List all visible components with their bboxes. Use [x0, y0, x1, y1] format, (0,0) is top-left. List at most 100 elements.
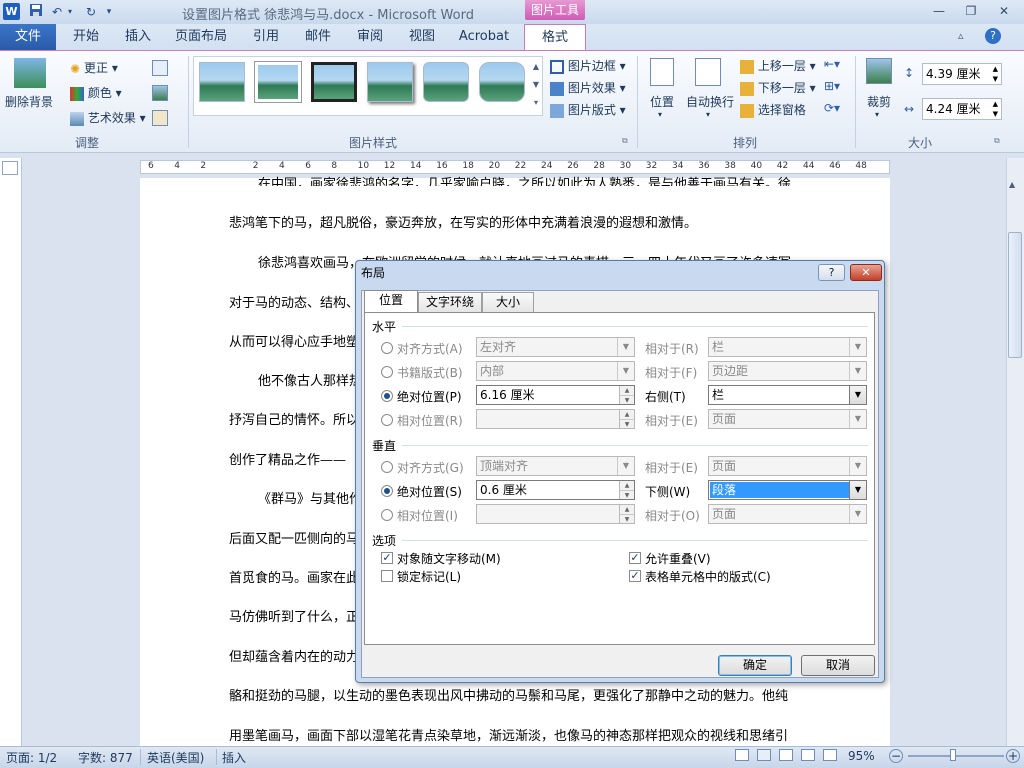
- tab-file[interactable]: 文件: [0, 24, 56, 50]
- checkbox-allow-overlap[interactable]: ✓: [629, 552, 641, 564]
- print-layout-icon[interactable]: [735, 749, 749, 761]
- picture-style-thumbnail[interactable]: [367, 62, 413, 102]
- h-absolute-relative-select[interactable]: 栏 ▼: [708, 385, 867, 405]
- minimize-icon[interactable]: —: [925, 2, 953, 20]
- zoom-level[interactable]: 95%: [848, 749, 875, 763]
- spinner[interactable]: ▲ ▼: [619, 410, 634, 428]
- tab-selector[interactable]: [2, 161, 18, 175]
- tab-size[interactable]: 大小: [482, 292, 534, 313]
- radio-v-relative[interactable]: [381, 509, 393, 521]
- tab-home[interactable]: 开始: [66, 24, 106, 50]
- width-input[interactable]: 4.24 厘米 ▲ ▼: [922, 98, 1002, 120]
- scroll-up-icon[interactable]: ▲: [1009, 180, 1015, 189]
- reset-picture-icon[interactable]: [152, 110, 168, 126]
- v-alignment-relative-select[interactable]: 页面 ▼: [708, 456, 867, 476]
- artistic-effects-button[interactable]: 艺术效果 ▾: [70, 109, 146, 126]
- page-count[interactable]: 页面: 1/2: [6, 749, 57, 766]
- redo-icon[interactable]: ↻: [82, 3, 100, 21]
- tab-page-layout[interactable]: 页面布局: [170, 24, 232, 50]
- v-absolute-relative-select[interactable]: 段落 ▼: [708, 480, 867, 500]
- tab-insert[interactable]: 插入: [118, 24, 158, 50]
- zoom-in-icon[interactable]: +: [1006, 749, 1020, 763]
- draft-icon[interactable]: [823, 749, 837, 761]
- web-layout-icon[interactable]: [779, 749, 793, 761]
- corrections-button[interactable]: ✺ 更正 ▾: [70, 59, 118, 76]
- picture-style-thumbnail[interactable]: [479, 62, 525, 102]
- color-button[interactable]: 颜色 ▾: [70, 84, 122, 101]
- send-backward-button[interactable]: 下移一层 ▾: [740, 79, 816, 96]
- remove-background-button[interactable]: 删除背景: [5, 93, 53, 110]
- selection-pane-button[interactable]: 选择窗格: [740, 101, 806, 118]
- group-objects-icon[interactable]: ⊞▾: [824, 79, 840, 93]
- zoom-slider-thumb[interactable]: [950, 749, 956, 761]
- position-button[interactable]: 位置: [650, 93, 674, 110]
- picture-style-thumbnail[interactable]: [199, 62, 245, 102]
- picture-style-thumbnail[interactable]: [311, 62, 357, 102]
- v-relative-input[interactable]: ▲ ▼: [476, 504, 635, 524]
- undo-dropdown-icon[interactable]: ▾: [66, 3, 74, 21]
- word-logo-icon[interactable]: W: [3, 3, 20, 20]
- picture-style-thumbnail[interactable]: [255, 62, 301, 102]
- insert-mode[interactable]: 插入: [222, 749, 246, 766]
- radio-h-absolute[interactable]: [381, 390, 393, 402]
- outline-icon[interactable]: [801, 749, 815, 761]
- cancel-button[interactable]: 取消: [801, 655, 875, 676]
- change-picture-icon[interactable]: [152, 85, 168, 101]
- full-screen-reading-icon[interactable]: [757, 749, 771, 761]
- dialog-close-button[interactable]: ✕: [850, 264, 882, 281]
- tab-format[interactable]: 格式: [524, 24, 586, 51]
- tab-review[interactable]: 审阅: [350, 24, 390, 50]
- book-layout-relative-select[interactable]: 页边距 ▼: [708, 361, 867, 381]
- h-alignment-relative-select[interactable]: 栏 ▼: [708, 337, 867, 357]
- h-relative-relative-select[interactable]: 页面 ▼: [708, 409, 867, 429]
- v-absolute-input[interactable]: 0.6 厘米 ▲ ▼: [476, 480, 635, 500]
- checkbox-lock-anchor[interactable]: [381, 570, 393, 582]
- spin-down-icon[interactable]: ▼: [620, 395, 634, 404]
- gallery-scroll-icon[interactable]: ▲ ▼ ▾: [531, 58, 541, 112]
- v-alignment-select[interactable]: 顶端对齐 ▼: [476, 456, 635, 476]
- picture-border-button[interactable]: 图片边框 ▾: [550, 57, 626, 74]
- radio-v-absolute[interactable]: [381, 485, 393, 497]
- spin-up-icon[interactable]: ▲: [620, 481, 634, 490]
- spin-down-icon[interactable]: ▼: [620, 490, 634, 499]
- spinner[interactable]: ▲ ▼: [619, 505, 634, 523]
- language-indicator[interactable]: 英语(美国): [147, 749, 204, 766]
- crop-button[interactable]: 裁剪: [867, 93, 891, 110]
- tab-mailings[interactable]: 邮件: [298, 24, 338, 50]
- spinner[interactable]: ▲ ▼: [619, 386, 634, 404]
- customize-toolbar-icon[interactable]: ▾: [104, 3, 114, 21]
- bring-forward-button[interactable]: 上移一层 ▾: [740, 57, 816, 74]
- rotate-icon[interactable]: ⟳▾: [824, 101, 840, 115]
- h-relative-input[interactable]: ▲ ▼: [476, 409, 635, 429]
- tab-position[interactable]: 位置: [364, 290, 418, 313]
- dialog-launcher-icon[interactable]: ⧉: [994, 136, 1000, 146]
- radio-h-alignment[interactable]: [381, 342, 393, 354]
- dialog-launcher-icon[interactable]: ⧉: [622, 136, 628, 146]
- height-input[interactable]: 4.39 厘米 ▲ ▼: [922, 63, 1002, 85]
- zoom-slider[interactable]: [908, 755, 1004, 757]
- spin-up-icon[interactable]: ▲: [620, 410, 634, 419]
- picture-layout-button[interactable]: 图片版式 ▾: [550, 101, 626, 118]
- picture-effects-button[interactable]: 图片效果 ▾: [550, 79, 626, 96]
- tab-text-wrapping[interactable]: 文字环绕: [418, 292, 482, 313]
- checkbox-move-with-text[interactable]: ✓: [381, 552, 393, 564]
- spin-up-icon[interactable]: ▲: [620, 386, 634, 395]
- checkbox-layout-in-cell[interactable]: ✓: [629, 570, 641, 582]
- radio-book-layout[interactable]: [381, 366, 393, 378]
- wrap-text-button[interactable]: 自动换行: [686, 93, 734, 110]
- book-layout-select[interactable]: 内部 ▼: [476, 361, 635, 381]
- radio-v-alignment[interactable]: [381, 461, 393, 473]
- h-alignment-select[interactable]: 左对齐 ▼: [476, 337, 635, 357]
- undo-icon[interactable]: ↶: [48, 3, 66, 21]
- tab-references[interactable]: 引用: [246, 24, 286, 50]
- spin-down-icon[interactable]: ▼: [620, 514, 634, 523]
- zoom-out-icon[interactable]: −: [889, 749, 903, 763]
- spinner[interactable]: ▲ ▼: [619, 481, 634, 499]
- help-icon[interactable]: ?: [985, 28, 1001, 44]
- spin-down-icon[interactable]: ▼: [620, 419, 634, 428]
- align-icon[interactable]: ⇤▾: [824, 57, 840, 71]
- compress-pictures-icon[interactable]: [152, 60, 168, 76]
- save-icon[interactable]: [27, 3, 45, 21]
- spin-up-icon[interactable]: ▲: [620, 505, 634, 514]
- scrollbar-thumb[interactable]: [1008, 232, 1022, 358]
